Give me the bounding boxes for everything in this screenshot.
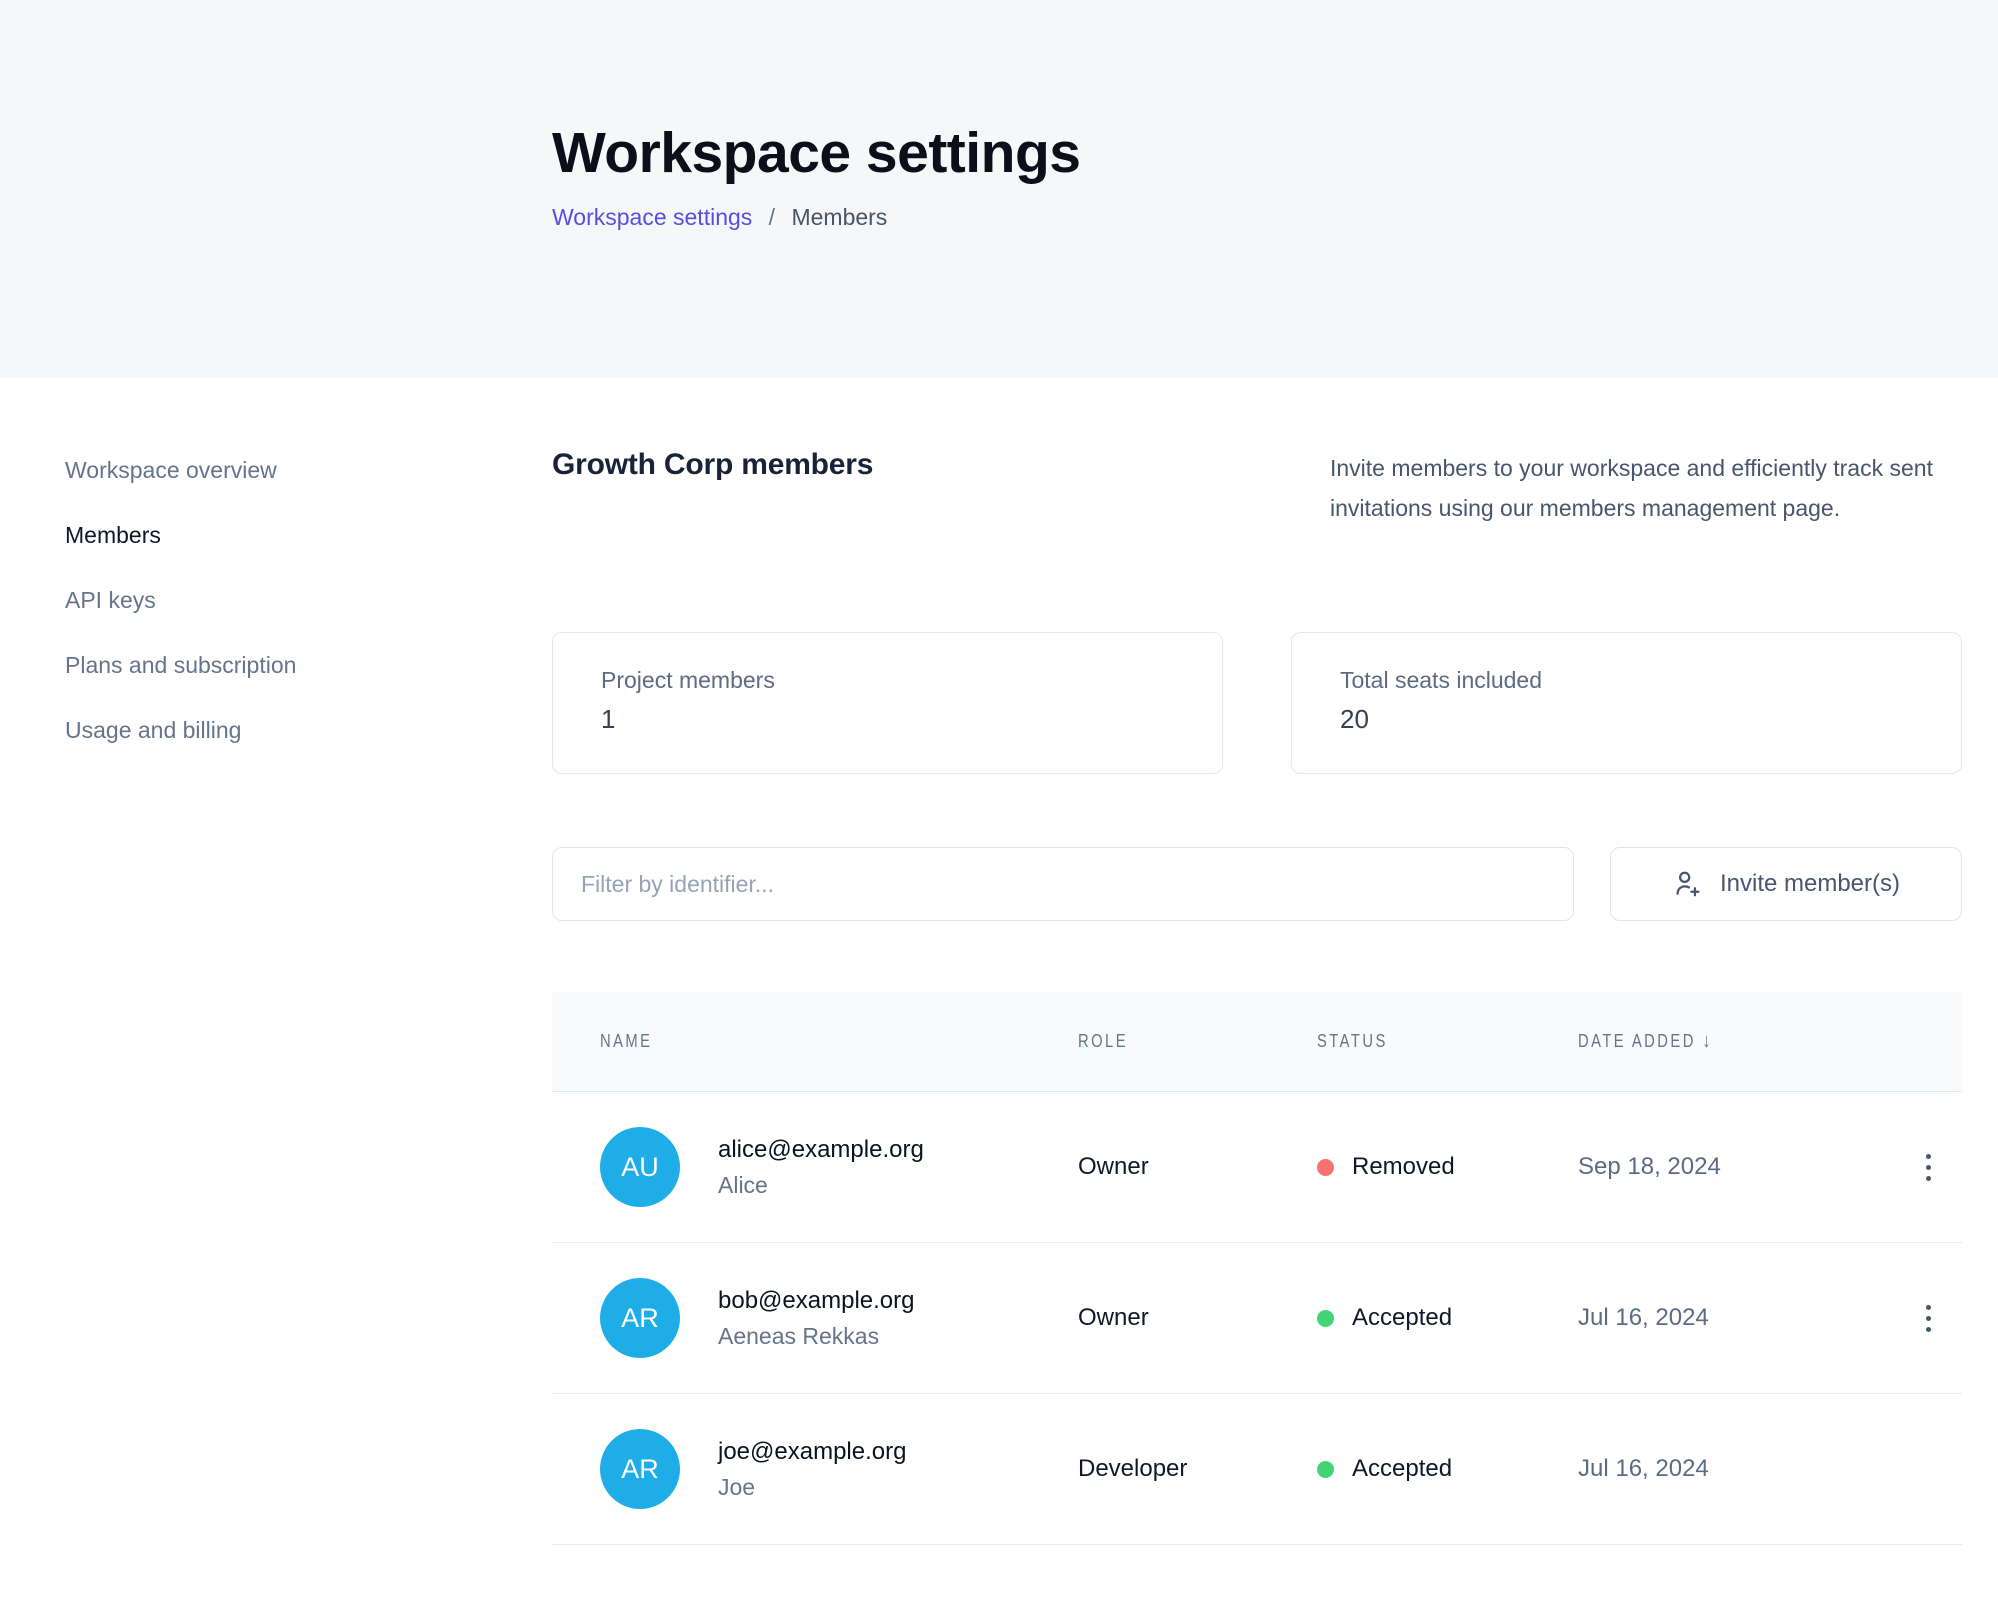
row-menu-kebab-icon[interactable] [1918,1146,1939,1189]
member-date-added: Jul 16, 2024 [1578,1455,1895,1483]
column-header-date-added[interactable]: DATE ADDED ↓ [1578,1030,1895,1053]
member-role: Owner [1078,1304,1317,1332]
sidebar-item-workspace-overview[interactable]: Workspace overview [65,455,485,485]
members-heading: Growth Corp members [552,448,873,632]
column-header-role: ROLE [1078,1031,1317,1052]
sidebar-item-plans-subscription[interactable]: Plans and subscription [65,650,485,680]
row-menu-kebab-icon[interactable] [1918,1297,1939,1340]
stats-row: Project members 1 Total seats included 2… [552,632,1962,774]
status-label: Accepted [1352,1304,1452,1332]
member-username: Aeneas Rekkas [718,1323,914,1350]
table-header-row: NAME ROLE STATUS DATE ADDED ↓ [552,992,1962,1092]
breadcrumb-separator: / [769,204,775,230]
column-header-status: STATUS [1317,1031,1578,1052]
status-dot [1317,1461,1334,1478]
member-email: joe@example.org [718,1438,906,1466]
status-label: Accepted [1352,1455,1452,1483]
stat-value: 1 [601,704,1222,735]
stat-label: Total seats included [1340,667,1961,694]
column-header-name: NAME [552,1031,1078,1052]
sidebar-item-members[interactable]: Members [65,520,485,550]
member-status: Removed [1317,1153,1578,1181]
avatar: AR [600,1429,680,1509]
members-description: Invite members to your workspace and eff… [1330,448,1962,632]
sidebar-item-api-keys[interactable]: API keys [65,585,485,615]
member-username: Alice [718,1172,924,1199]
member-name-cell: AR bob@example.org Aeneas Rekkas [552,1278,1078,1358]
status-label: Removed [1352,1153,1455,1181]
breadcrumb: Workspace settings / Members [552,204,1998,231]
avatar: AU [600,1127,680,1207]
member-role: Owner [1078,1153,1317,1181]
status-dot [1317,1159,1334,1176]
members-table: NAME ROLE STATUS DATE ADDED ↓ AU alice@e… [552,992,1962,1545]
invite-members-button[interactable]: Invite member(s) [1610,847,1962,921]
filter-input[interactable] [552,847,1574,921]
member-status: Accepted [1317,1304,1578,1332]
breadcrumb-link-workspace-settings[interactable]: Workspace settings [552,204,752,230]
stat-value: 20 [1340,704,1961,735]
page-header: Workspace settings Workspace settings / … [0,0,1998,378]
member-name-cell: AR joe@example.org Joe [552,1429,1078,1509]
member-role: Developer [1078,1455,1317,1483]
members-panel: Growth Corp members Invite members to yo… [552,448,1962,1545]
member-name-cell: AU alice@example.org Alice [552,1127,1078,1207]
stat-label: Project members [601,667,1222,694]
page-title: Workspace settings [552,118,1998,188]
member-status: Accepted [1317,1455,1578,1483]
settings-sidebar: Workspace overview Members API keys Plan… [65,455,485,780]
stat-card-project-members: Project members 1 [552,632,1223,774]
status-dot [1317,1310,1334,1327]
member-email: bob@example.org [718,1287,914,1315]
invite-members-label: Invite member(s) [1720,870,1900,898]
member-email: alice@example.org [718,1136,924,1164]
avatar: AR [600,1278,680,1358]
sort-descending-icon: ↓ [1702,1030,1710,1052]
table-row: AR bob@example.org Aeneas Rekkas Owner A… [552,1243,1962,1394]
person-plus-icon [1672,868,1704,900]
member-date-added: Sep 18, 2024 [1578,1153,1895,1181]
table-row: AU alice@example.org Alice Owner Removed… [552,1092,1962,1243]
member-username: Joe [718,1474,906,1501]
stat-card-total-seats: Total seats included 20 [1291,632,1962,774]
table-row: AR joe@example.org Joe Developer Accepte… [552,1394,1962,1545]
breadcrumb-current: Members [791,204,887,230]
sidebar-item-usage-billing[interactable]: Usage and billing [65,715,485,745]
member-date-added: Jul 16, 2024 [1578,1304,1895,1332]
